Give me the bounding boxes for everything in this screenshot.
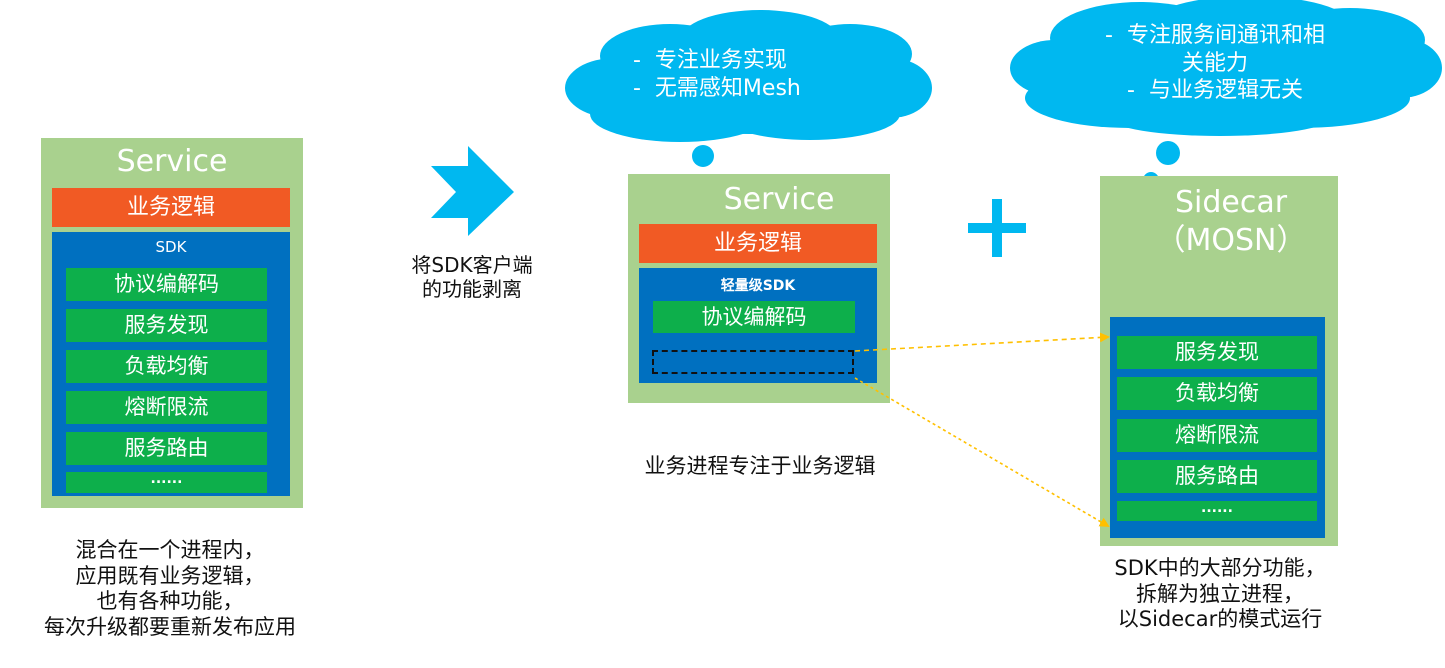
connector-overlay <box>854 332 1110 528</box>
dashed-arrow-to-sidecar-top <box>854 332 1110 352</box>
dashed-arrow-to-sidecar-bottom <box>854 377 1110 528</box>
